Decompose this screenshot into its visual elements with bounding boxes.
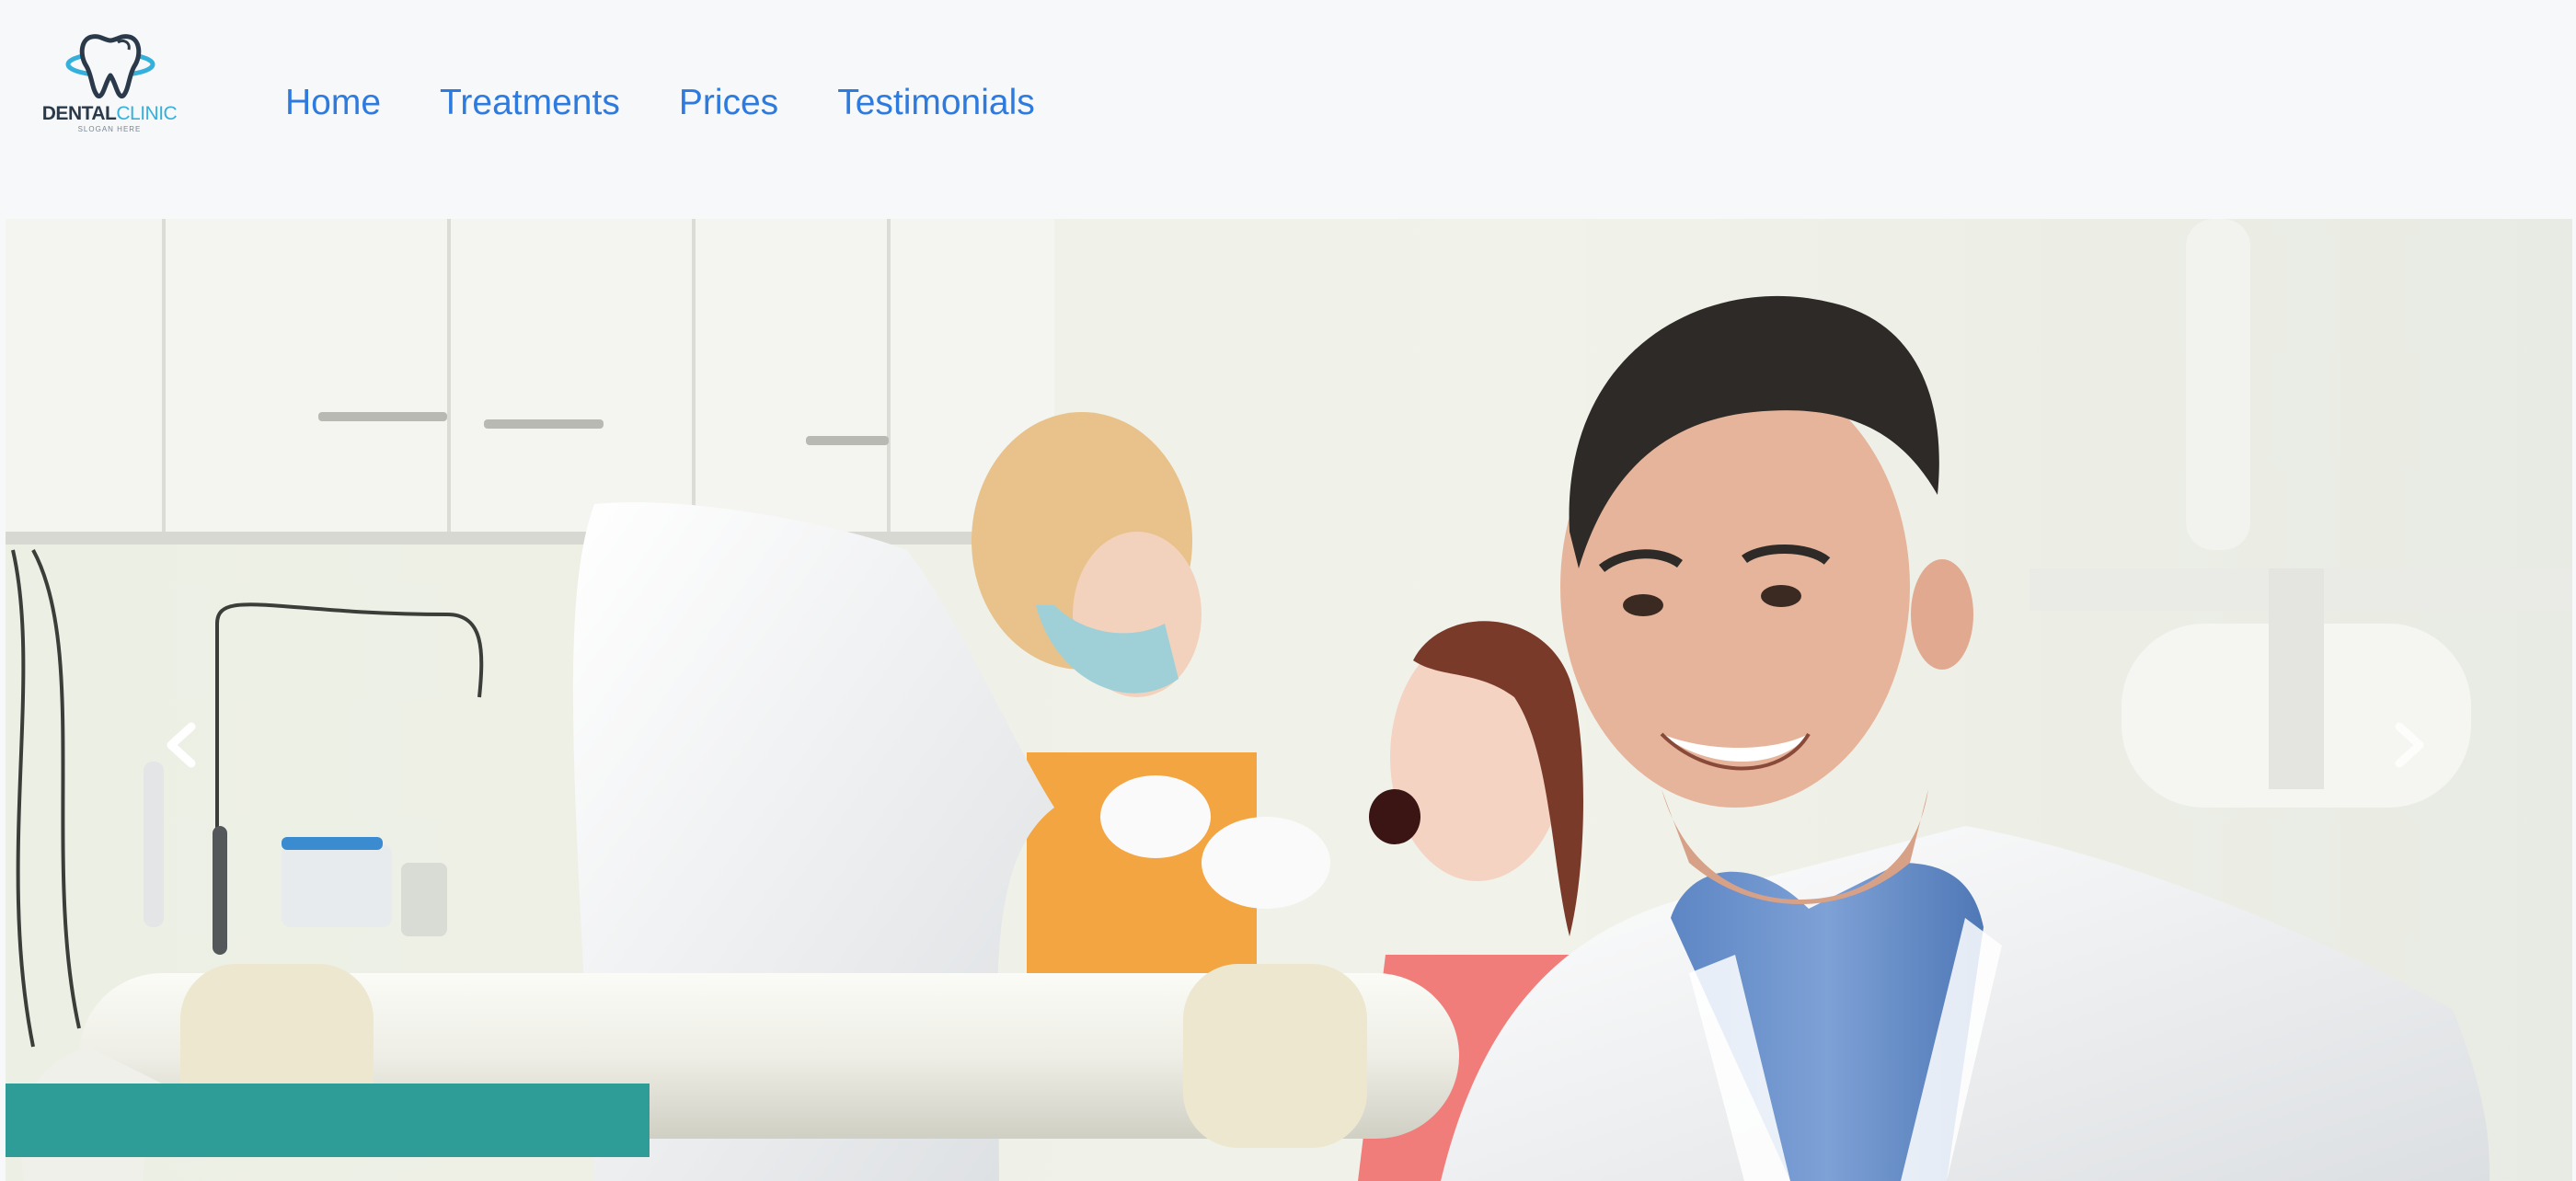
logo-word-clinic: CLINIC (116, 103, 178, 124)
logo-wordmark: DENTALCLINIC (40, 103, 178, 125)
carousel-prev-button[interactable] (155, 717, 210, 773)
nav-link-prices[interactable]: Prices (679, 77, 778, 129)
carousel-next-button[interactable] (2381, 717, 2436, 773)
logo-word-dental: DENTAL (41, 103, 117, 124)
dentist-clinic-photo (6, 219, 2572, 1181)
logo-slogan: SLOGAN HERE (77, 125, 142, 133)
main-nav: Home Treatments Prices Testimonials (285, 77, 1094, 129)
chevron-left-icon (167, 722, 196, 768)
chevron-right-icon (2395, 722, 2424, 768)
nav-link-treatments[interactable]: Treatments (440, 77, 620, 129)
hero-carousel (6, 219, 2572, 1181)
nav-link-home[interactable]: Home (285, 77, 381, 129)
nav-link-testimonials[interactable]: Testimonials (837, 77, 1035, 129)
tooth-icon (65, 34, 155, 99)
navbar: DENTALCLINIC SLOGAN HERE Home Treatments… (0, 0, 2576, 219)
clinic-logo[interactable]: DENTALCLINIC SLOGAN HERE (40, 29, 178, 138)
